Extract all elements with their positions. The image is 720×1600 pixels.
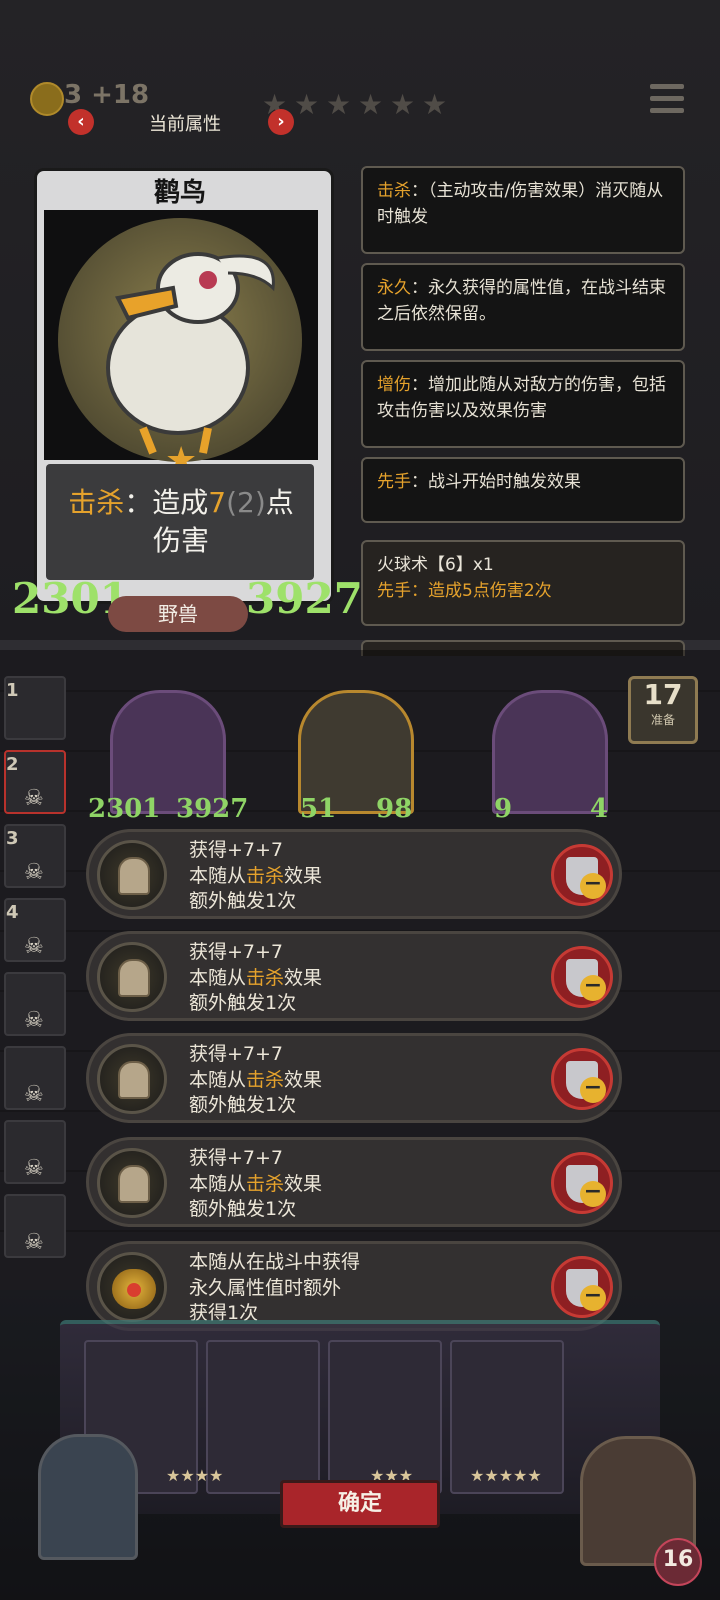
star-icon: ★ [422,88,448,121]
unit-description: 击杀：造成7(2)点伤害 [68,486,294,557]
unit-name: 鹳鸟 [153,178,206,208]
skull-icon: ☠ [24,934,44,959]
turn-label: 准备 [650,713,675,727]
skull-icon: ☠ [24,1230,44,1255]
keyword-kill: 击杀 [68,486,125,519]
coin-icon [30,82,64,116]
prev-arrow-button[interactable]: ‹ [68,109,94,135]
remove-effect-button[interactable]: − [551,844,613,906]
skull-icon: ☠ [24,1156,44,1181]
effect-text: 获得+7+7 本随从击杀效果 额外触发1次 [189,1043,323,1116]
minus-icon: − [580,1181,606,1207]
coin-count: 3 +18 [64,80,150,110]
effect-text: 获得+7+7 本随从击杀效果 额外触发1次 [189,1147,323,1220]
spell-panel: 火球术【6】x1 先手：造成5点伤害2次 [361,540,685,626]
effect-text: 获得+7+7 本随从击杀效果 额外触发1次 [189,839,323,912]
star-icon: ★ [390,88,416,121]
skull-icon: ☠ [24,786,44,811]
effect-text: 本随从在战斗中获得 永久属性值时额外 获得1次 [189,1251,361,1324]
remove-effect-button[interactable]: − [551,1256,613,1318]
menu-icon[interactable] [650,84,684,120]
stork-portrait [58,218,302,462]
crown-icon [97,1252,167,1322]
confirm-button[interactable]: 确定 [280,1480,440,1528]
remove-effect-button[interactable]: − [551,1048,613,1110]
star-icon: ★ [326,88,352,121]
skull-icon: ☠ [24,860,44,885]
minus-icon: − [580,1285,606,1311]
spell-effect: 先手：造成5点伤害2次 [377,581,552,601]
star-icon: ★ [294,88,320,121]
spell-title: 火球术【6】x1 [377,555,494,575]
bell-icon [97,840,167,910]
bell-icon [97,1044,167,1114]
keyword-panel-permanent: 永久：永久获得的属性值，在战斗结束之后依然保留。 [361,263,685,351]
star-icon: ★★★★★ [470,1466,542,1485]
effect-text: 获得+7+7 本随从击杀效果 额外触发1次 [189,941,323,1014]
star-icon: ★★★★ [166,1466,224,1485]
bell-icon [97,942,167,1012]
player-hero-portrait[interactable] [38,1434,138,1560]
turn-number: 17 [643,678,683,711]
effect-item: 获得+7+7 本随从击杀效果 额外触发1次 − [86,1033,622,1123]
keyword-panel-kill: 击杀：（主动攻击/伤害效果）消灭随从时触发 [361,166,685,254]
effect-item: 获得+7+7 本随从击杀效果 额外触发1次 − [86,931,622,1021]
minus-icon: − [580,1077,606,1103]
effect-item: 获得+7+7 本随从击杀效果 额外触发1次 − [86,829,622,919]
remove-effect-button[interactable]: − [551,946,613,1008]
effect-item: 本随从在战斗中获得 永久属性值时额外 获得1次 − [86,1241,622,1331]
race-badge: 野兽 [108,596,248,632]
remove-effect-button[interactable]: − [551,1152,613,1214]
keyword-panel-damage-boost: 增伤：增加此随从对敌方的伤害，包括攻击伤害以及效果伤害 [361,360,685,448]
skull-icon: ☠ [24,1008,44,1033]
minus-icon: − [580,873,606,899]
turn-counter: 17 准备 [628,676,698,744]
bell-icon [97,1148,167,1218]
skull-icon: ☠ [24,1082,44,1107]
effect-item: 获得+7+7 本随从击杀效果 额外触发1次 − [86,1137,622,1227]
attributes-title: 当前属性 [149,114,221,135]
next-arrow-button[interactable]: › [268,109,294,135]
keyword-panel-first-strike: 先手：战斗开始时触发效果 [361,457,685,523]
minus-icon: − [580,975,606,1001]
health-value: 3927 [246,574,363,623]
star-icon: ★ [358,88,384,121]
hero-health-badge: 16 [654,1538,702,1586]
